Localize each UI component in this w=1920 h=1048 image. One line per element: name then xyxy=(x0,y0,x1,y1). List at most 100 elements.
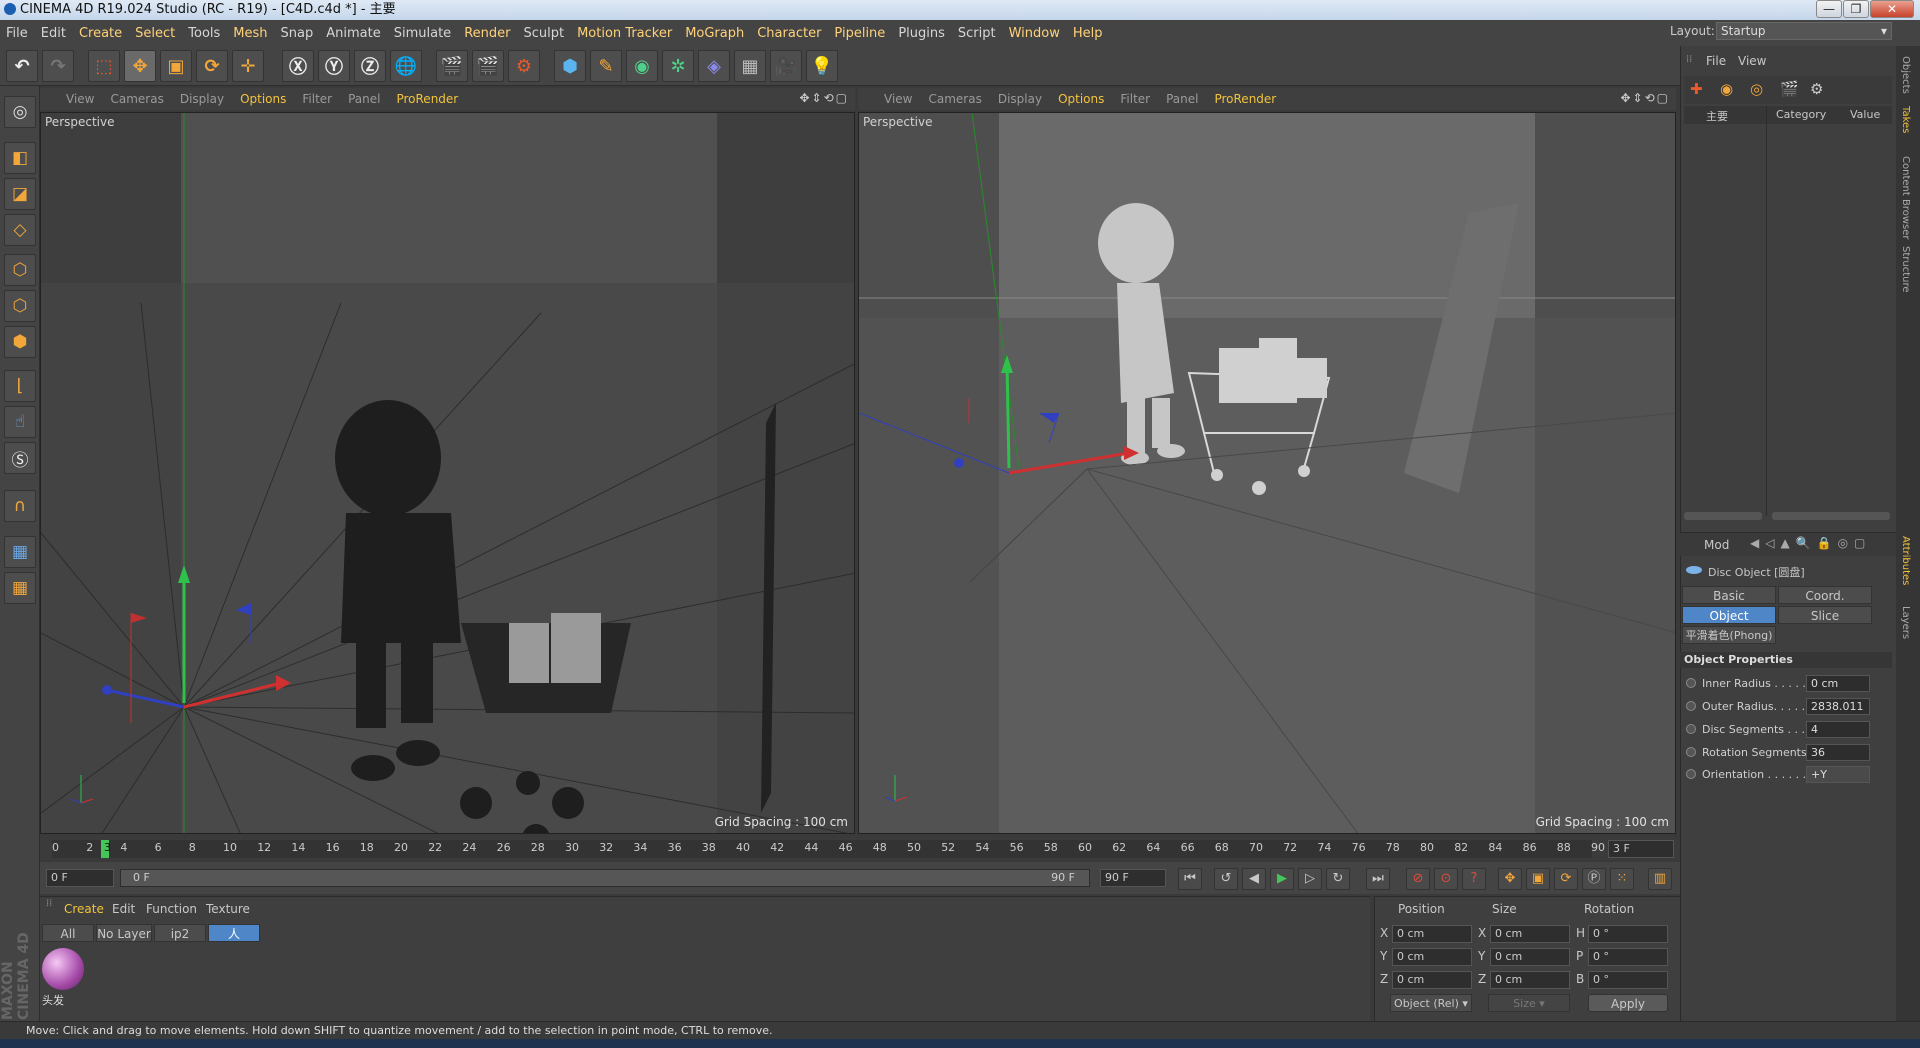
orientation-dropdown[interactable]: +Y xyxy=(1806,766,1870,783)
play-icon[interactable]: ▶ xyxy=(1270,868,1294,890)
layer-tab-no-layer[interactable]: No Layer xyxy=(96,924,152,942)
animate-radio-icon[interactable] xyxy=(1686,701,1696,711)
menu-window[interactable]: Window xyxy=(1009,26,1060,41)
y-axis-lock-icon[interactable]: Ⓨ xyxy=(318,50,350,82)
make-editable-icon[interactable]: ◎ xyxy=(4,96,36,128)
objects-menu-file[interactable]: File xyxy=(1706,54,1726,68)
render-picture-viewer-icon[interactable]: 🎬 xyxy=(472,50,504,82)
menu-character[interactable]: Character xyxy=(757,26,821,41)
workplane-icon[interactable]: ◇ xyxy=(4,214,36,246)
autokey-icon[interactable]: ⊙ xyxy=(1434,868,1458,890)
rotation-segments-field[interactable]: 36 xyxy=(1806,744,1870,761)
objects-filter-icon[interactable]: ◉ xyxy=(1720,80,1744,102)
render-settings-icon[interactable]: ⚙ xyxy=(508,50,540,82)
undo-icon[interactable]: ↶ xyxy=(6,50,38,82)
size-x-field[interactable]: 0 cm xyxy=(1490,925,1570,943)
size-mode-dropdown[interactable]: Size ▾ xyxy=(1488,994,1570,1012)
inner-radius-field[interactable]: 0 cm xyxy=(1806,675,1870,692)
take-main-label[interactable]: 主要 xyxy=(1706,108,1728,124)
record-scale-icon[interactable]: ▣ xyxy=(1526,868,1550,890)
render-view-icon[interactable]: 🎬 xyxy=(436,50,468,82)
viewport2-camera-label[interactable]: Perspective xyxy=(863,115,933,129)
menu-mesh[interactable]: Mesh xyxy=(233,26,267,41)
vp2-menu-panel[interactable]: Panel xyxy=(1166,92,1198,106)
next-key-icon[interactable]: ↻ xyxy=(1326,868,1350,890)
points-mode-icon[interactable]: ⬡ xyxy=(4,254,36,286)
menu-motion-tracker[interactable]: Motion Tracker xyxy=(577,26,672,41)
side-tab-attributes[interactable]: Attributes xyxy=(1900,536,1911,585)
add-object-icon[interactable]: ✚ xyxy=(1690,80,1714,102)
subdivision-icon[interactable]: ◉ xyxy=(626,50,658,82)
record-parameter-icon[interactable]: Ⓟ xyxy=(1582,868,1606,890)
size-z-field[interactable]: 0 cm xyxy=(1490,971,1570,989)
rotation-p-field[interactable]: 0 ° xyxy=(1588,948,1668,966)
polygons-mode-icon[interactable]: ⬢ xyxy=(4,326,36,358)
side-tab-content-browser[interactable]: Content Browser xyxy=(1900,156,1911,239)
rotate-tool-icon[interactable]: ⟳ xyxy=(196,50,228,82)
edges-mode-icon[interactable]: ⬡ xyxy=(4,290,36,322)
layer-tab-ip2[interactable]: ip2 xyxy=(154,924,206,942)
current-frame-field[interactable]: 3 F xyxy=(1608,840,1674,858)
position-y-field[interactable]: 0 cm xyxy=(1392,948,1472,966)
side-tab-layers[interactable]: Layers xyxy=(1900,606,1911,639)
takes-scrollbar-right[interactable] xyxy=(1772,512,1890,520)
mat-menu-function[interactable]: Function xyxy=(146,902,197,916)
x-axis-lock-icon[interactable]: Ⓧ xyxy=(282,50,314,82)
coord-mode-dropdown[interactable]: Object (Rel) ▾ xyxy=(1390,994,1472,1012)
mat-menu-texture[interactable]: Texture xyxy=(206,902,250,916)
layer-tab-person[interactable]: 人 xyxy=(208,924,260,942)
light-icon[interactable]: 💡 xyxy=(806,50,838,82)
vp1-menu-view[interactable]: View xyxy=(66,92,94,106)
next-frame-icon[interactable]: ▷ xyxy=(1298,868,1322,890)
attr-tab-coord[interactable]: Coord. xyxy=(1778,586,1872,604)
vp1-menu-panel[interactable]: Panel xyxy=(348,92,380,106)
model-mode-icon[interactable]: ◧ xyxy=(4,142,36,174)
move-tool-icon[interactable]: ✥ xyxy=(124,50,156,82)
viewport-nav-icons[interactable]: ✥⇕⟲▢ xyxy=(799,91,849,105)
snapping-icon[interactable]: ∩ xyxy=(4,490,36,522)
deformer-icon[interactable]: ◈ xyxy=(698,50,730,82)
range-slider[interactable]: 0 F 90 F xyxy=(120,869,1090,887)
size-y-field[interactable]: 0 cm xyxy=(1490,948,1570,966)
menu-sculpt[interactable]: Sculpt xyxy=(523,26,564,41)
vp1-menu-options[interactable]: Options xyxy=(240,92,286,106)
enable-axis-icon[interactable]: ⌊ xyxy=(4,370,36,402)
side-tab-takes[interactable]: Takes xyxy=(1900,106,1911,133)
record-pla-icon[interactable]: ⁙ xyxy=(1610,868,1634,890)
keyframe-selection-icon[interactable]: ? xyxy=(1462,868,1486,890)
planar-workplane-icon[interactable]: ▦ xyxy=(4,572,36,604)
animate-radio-icon[interactable] xyxy=(1686,724,1696,734)
floor-icon[interactable]: ▦ xyxy=(734,50,766,82)
rotation-h-field[interactable]: 0 ° xyxy=(1588,925,1668,943)
close-button[interactable]: ✕ xyxy=(1870,0,1914,18)
animate-radio-icon[interactable] xyxy=(1686,747,1696,757)
solo-icon[interactable]: Ⓢ xyxy=(4,442,36,474)
attributes-mode-menu[interactable]: Mod xyxy=(1704,538,1729,552)
layer-tab-all[interactable]: All xyxy=(42,924,94,942)
live-selection-icon[interactable]: ⬚ xyxy=(88,50,120,82)
menu-select[interactable]: Select xyxy=(135,26,175,41)
transform-tool-icon[interactable]: ✛ xyxy=(232,50,264,82)
take-camera-icon[interactable]: 🎬 xyxy=(1780,80,1804,102)
attr-tab-object[interactable]: Object xyxy=(1682,606,1776,624)
previous-key-icon[interactable]: ↺ xyxy=(1214,868,1238,890)
vp2-menu-view[interactable]: View xyxy=(884,92,912,106)
attr-tab-phong[interactable]: 平滑着色(Phong) xyxy=(1682,626,1776,644)
takes-icon[interactable]: ◎ xyxy=(1750,80,1774,102)
side-tab-structure[interactable]: Structure xyxy=(1900,246,1911,293)
menu-animate[interactable]: Animate xyxy=(326,26,380,41)
vp1-menu-display[interactable]: Display xyxy=(180,92,224,106)
tweak-mode-icon[interactable]: ☝ xyxy=(4,406,36,438)
take-tools-icon[interactable]: ⚙ xyxy=(1810,80,1834,102)
vp1-menu-filter[interactable]: Filter xyxy=(302,92,332,106)
menu-simulate[interactable]: Simulate xyxy=(394,26,451,41)
menu-render[interactable]: Render xyxy=(464,26,510,41)
animate-radio-icon[interactable] xyxy=(1686,769,1696,779)
menu-tools[interactable]: Tools xyxy=(188,26,220,41)
timeline-ruler[interactable]: 0 2 4 6 8 10 12 14 16 18 20 22 24 26 28 30 32 34 36 38 40 42 4… xyxy=(52,840,1605,858)
rotation-b-field[interactable]: 0 ° xyxy=(1588,971,1668,989)
camera-icon[interactable]: 🎥 xyxy=(770,50,802,82)
timeline-window-icon[interactable]: ▥ xyxy=(1648,868,1672,890)
record-position-icon[interactable]: ✥ xyxy=(1498,868,1522,890)
menu-edit[interactable]: Edit xyxy=(41,26,66,41)
